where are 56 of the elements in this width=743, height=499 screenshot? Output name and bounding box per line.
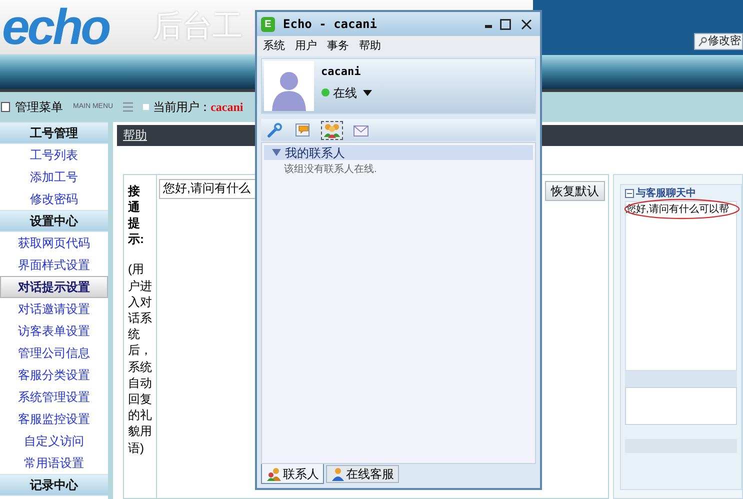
- toolbar-button[interactable]: [265, 120, 285, 140]
- app-icon: E: [261, 16, 275, 32]
- sidebar-item[interactable]: 客服分类设置: [0, 364, 108, 386]
- sidebar-item[interactable]: 管理公司信息: [0, 342, 108, 364]
- sidebar-item[interactable]: 工号列表: [0, 144, 108, 166]
- logo: echo: [1, 2, 109, 52]
- sidebar-item[interactable]: 获取网页代码: [0, 232, 108, 254]
- field-label: 接通提示:: [128, 182, 145, 248]
- chat-note-icon: [295, 122, 311, 138]
- menu-item[interactable]: 系统: [263, 38, 285, 54]
- bullet-icon: [143, 104, 150, 110]
- window-title: Echo - cacani: [283, 16, 377, 33]
- collapse-icon: [625, 188, 634, 198]
- sidebar-item[interactable]: 添加工号: [0, 166, 108, 188]
- menu-item[interactable]: 事务: [327, 38, 349, 54]
- user-name: cacani: [321, 64, 362, 80]
- sidebar-item[interactable]: 客服监控设置: [0, 408, 108, 430]
- caret-icon: [363, 90, 372, 96]
- sidebar-item[interactable]: 系统管理设置: [0, 386, 108, 408]
- menu-title: 管理菜单: [15, 99, 63, 116]
- grip-icon: [123, 101, 134, 113]
- online-dot-icon: [321, 88, 330, 97]
- sidebar-section-header[interactable]: 记录中心: [0, 474, 108, 496]
- mail-icon: [353, 123, 369, 137]
- current-user-name: cacani: [210, 99, 244, 116]
- sidebar-item[interactable]: 访客表单设置: [0, 320, 108, 342]
- menu-item[interactable]: 帮助: [359, 38, 381, 54]
- group-name: 我的联系人: [285, 144, 345, 162]
- menu-item[interactable]: 用户: [295, 38, 317, 54]
- sidebar-section-header[interactable]: 设置中心: [0, 210, 108, 232]
- empty-group-note: 该组没有联系人在线.: [284, 162, 378, 177]
- sidebar-item[interactable]: 修改密码: [0, 188, 108, 210]
- sidebar-item[interactable]: 自定义访问: [0, 430, 108, 452]
- person-icon: [331, 467, 345, 481]
- close-icon[interactable]: [521, 18, 532, 30]
- change-password-button[interactable]: 修改密: [694, 33, 743, 50]
- help-link[interactable]: 帮助: [123, 126, 147, 144]
- sidebar-section-header[interactable]: 工号管理: [0, 122, 108, 144]
- contacts-icon: [323, 122, 341, 138]
- reset-default-button[interactable]: 恢复默认: [545, 180, 605, 201]
- toolbar-button[interactable]: [321, 120, 343, 140]
- sidebar-item[interactable]: 对话提示设置: [0, 276, 108, 298]
- maximize-icon[interactable]: [500, 18, 511, 30]
- field-hint: (用户进入对话系统后，系统自动回复的礼貌用语): [128, 261, 153, 456]
- sidebar-item[interactable]: 界面样式设置: [0, 254, 108, 276]
- menu-box-icon: [1, 102, 10, 112]
- status-dropdown[interactable]: 在线: [321, 84, 372, 102]
- sidebar-item[interactable]: 常用语设置: [0, 452, 108, 474]
- current-user-label: 当前用户：: [153, 99, 211, 116]
- wrench-icon: [267, 122, 283, 138]
- sidebar-item[interactable]: 对话邀请设置: [0, 298, 108, 320]
- contact-group-header[interactable]: 我的联系人: [264, 145, 533, 160]
- window-tab[interactable]: 在线客服: [326, 465, 399, 483]
- people-icon: [266, 466, 282, 480]
- window-tab[interactable]: 联系人: [261, 464, 324, 484]
- preview-title: 与客服聊天中: [636, 186, 696, 201]
